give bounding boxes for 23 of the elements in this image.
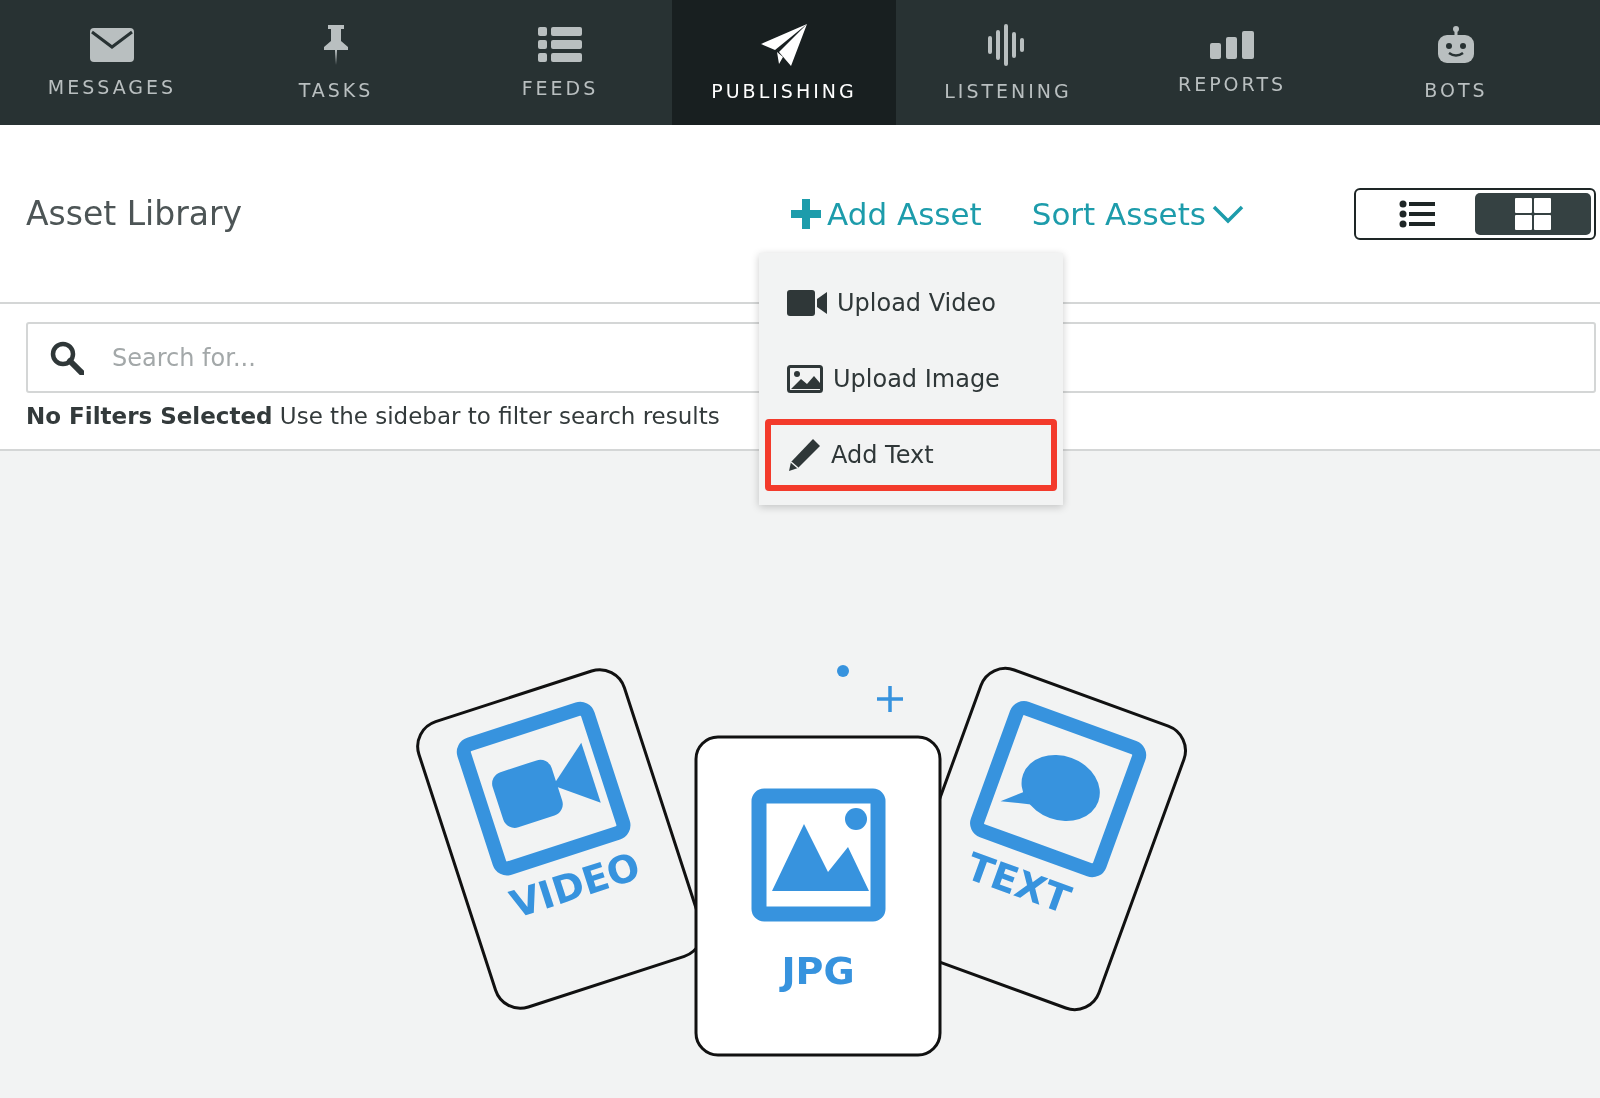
bar-chart-icon: [1210, 30, 1254, 59]
page-title: Asset Library: [26, 194, 244, 233]
plus-decoration: [875, 684, 905, 714]
image-icon: [787, 365, 823, 393]
search-icon: [50, 341, 84, 375]
menu-item[interactable]: Add Text: [765, 419, 1057, 491]
nav-tab[interactable]: PUBLISHING: [672, 0, 896, 125]
chevron-down-icon: [1212, 203, 1244, 224]
dot-decoration: [837, 665, 849, 677]
robot-icon: [1436, 24, 1476, 65]
paper-plane-icon: [761, 23, 807, 66]
list-icon: [538, 26, 582, 63]
grid-view-button[interactable]: [1475, 192, 1591, 235]
image-card-drawing: JPG: [694, 735, 942, 1057]
grid-view-icon: [1515, 197, 1551, 230]
pencil-icon: [787, 438, 821, 472]
menu-item[interactable]: Upload Video: [765, 267, 1057, 339]
menu-item[interactable]: Upload Image: [765, 343, 1057, 415]
list-view-icon: [1399, 199, 1435, 228]
video-camera-icon: [787, 290, 827, 316]
envelope-icon: [90, 27, 134, 62]
filter-status-text: No Filters Selected Use the sidebar to filter search results: [26, 403, 720, 429]
plus-icon: [791, 198, 822, 229]
